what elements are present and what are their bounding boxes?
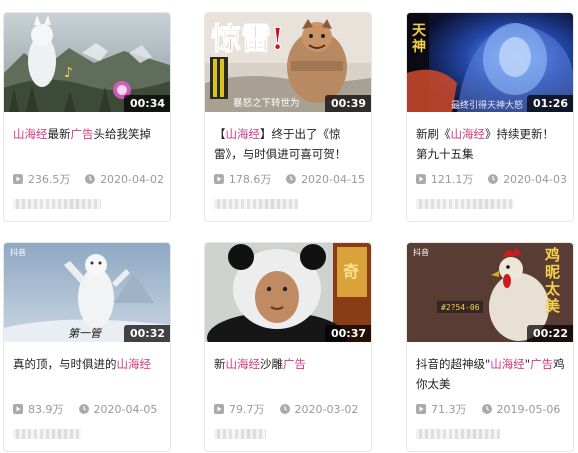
svg-text:♪: ♪ — [64, 65, 73, 81]
clock-icon — [286, 174, 297, 184]
video-meta: 79.7万 2020-03-02 — [214, 401, 365, 417]
view-count: 178.6万 — [228, 173, 272, 186]
video-grid: ♪ 00:34 山海经最新广告头给我笑掉 236.5万 2020-04-02 惊… — [0, 0, 578, 453]
duration-badge: 00:22 — [526, 325, 573, 342]
video-title[interactable]: 【山海经】终于出了《惊雷》，与时俱进可喜可贺！ — [214, 124, 363, 164]
title-keyword-highlight: 山海经 — [225, 357, 261, 371]
upload-date: 2020-04-15 — [301, 172, 365, 186]
uploader-name-blurred — [416, 429, 500, 439]
uploader-name-blurred — [214, 199, 298, 209]
duration-badge: 00:39 — [324, 95, 371, 112]
thumbnail-title-text: 惊雷! — [211, 22, 284, 57]
thumbnail-title-text: 天 — [412, 23, 427, 39]
play-count-icon — [214, 404, 224, 414]
video-card-3[interactable]: 天 神 最终引得天神大怒 01:26 新刷《山海经》持续更新！第九十五集 121… — [406, 12, 574, 222]
video-card-4[interactable]: 抖音 第一管 00:32 真的顶，与时俱进的山海经 83.9万 2020-04-… — [3, 242, 171, 452]
title-keyword-highlight: 广告 — [70, 127, 94, 141]
svg-text:美: 美 — [545, 297, 561, 315]
view-count: 71.3万 — [431, 403, 467, 416]
douyin-logo-text: 抖音 — [10, 247, 26, 257]
title-keyword-highlight: 山海经 — [490, 357, 525, 371]
upload-date: 2020-03-02 — [294, 402, 359, 416]
title-text: 新刷《 — [416, 127, 451, 141]
thumbnail-caption: 暴怒之下转世为 — [233, 97, 300, 109]
clock-icon — [488, 174, 499, 184]
video-thumbnail[interactable]: 惊雷! 暴怒之下转世为 00:39 — [205, 13, 371, 112]
video-title[interactable]: 新山海经沙雕广告 — [214, 354, 363, 374]
video-meta: 83.9万 2020-04-05 — [13, 401, 164, 417]
video-card-5[interactable]: 奇 00:37 新山海经沙雕广告 79.7万 2020-03-02 — [204, 242, 372, 452]
title-text: 真的顶，与时俱进的 — [13, 357, 117, 371]
view-count: 121.1万 — [430, 173, 474, 186]
title-keyword-highlight: 山海经 — [116, 357, 152, 371]
play-count-icon — [13, 174, 23, 184]
uploader-name-blurred — [13, 429, 81, 439]
play-count-icon — [13, 404, 23, 414]
title-keyword-highlight: 广告 — [530, 357, 554, 371]
uploader-name-blurred — [416, 199, 514, 209]
title-keyword-highlight: 山海经 — [13, 127, 48, 141]
upload-date: 2020-04-03 — [503, 172, 567, 186]
video-meta: 121.1万 2020-04-03 — [416, 171, 567, 187]
video-meta: 71.3万 2019-05-06 — [416, 401, 567, 417]
video-card-2[interactable]: 惊雷! 暴怒之下转世为 00:39 【山海经】终于出了《惊雷》，与时俱进可喜可贺… — [204, 12, 372, 222]
video-thumbnail[interactable]: ♪ 00:34 — [4, 13, 170, 112]
thumbnail-caption: 最终引得天神大怒 — [451, 99, 523, 111]
thumbnail-caption: 第一管 — [68, 327, 103, 340]
uploader-name-blurred — [13, 199, 101, 209]
view-count: 79.7万 — [229, 403, 265, 416]
duration-badge: 00:34 — [123, 95, 170, 112]
duration-badge: 00:37 — [324, 325, 371, 342]
video-thumbnail[interactable]: 天 神 最终引得天神大怒 01:26 — [407, 13, 573, 112]
title-text: 抖音的超神级" — [416, 357, 491, 371]
title-keyword-highlight: 山海经 — [225, 127, 261, 141]
video-thumbnail[interactable]: 奇 00:37 — [205, 243, 371, 342]
duration-badge: 01:26 — [526, 95, 573, 112]
video-title[interactable]: 新刷《山海经》持续更新！第九十五集 — [416, 124, 565, 164]
uploader-name-blurred — [214, 429, 266, 439]
clock-icon — [78, 404, 89, 414]
video-card-1[interactable]: ♪ 00:34 山海经最新广告头给我笑掉 236.5万 2020-04-02 — [3, 12, 171, 222]
upload-date: 2020-04-02 — [100, 172, 164, 186]
video-meta: 178.6万 2020-04-15 — [214, 171, 365, 187]
svg-text:鸡: 鸡 — [544, 246, 560, 264]
clock-icon — [279, 404, 290, 414]
play-count-icon — [416, 174, 426, 184]
title-text: 沙雕 — [260, 357, 283, 371]
thumbnail-overlay-number: #2?54-06 — [441, 303, 480, 312]
title-text: 最新 — [47, 127, 71, 141]
svg-text:太: 太 — [545, 280, 561, 298]
douyin-logo-text: 抖音 — [413, 247, 429, 257]
thumbnail-title-text: 鸡 昵 太 美 — [544, 246, 561, 315]
video-title[interactable]: 抖音的超神级"山海经"广告鸡你太美 — [416, 354, 565, 394]
title-text: 头给我笑掉 — [93, 127, 152, 141]
clock-icon — [481, 404, 492, 414]
thumbnail-title-text: 奇 — [343, 262, 359, 281]
play-count-icon — [214, 174, 224, 184]
title-text: 【 — [214, 127, 226, 141]
clock-icon — [85, 174, 96, 184]
video-card-6[interactable]: #2?54-06 抖音 鸡 昵 太 美 00:22 抖音的超神级"山海经"广告鸡… — [406, 242, 574, 452]
title-keyword-highlight: 山海经 — [450, 127, 486, 141]
title-text: 新 — [214, 357, 226, 371]
duration-badge: 00:32 — [123, 325, 170, 342]
play-count-icon — [416, 404, 426, 414]
video-title[interactable]: 山海经最新广告头给我笑掉 — [13, 124, 162, 144]
upload-date: 2019-05-06 — [496, 402, 561, 416]
view-count: 236.5万 — [27, 173, 71, 186]
svg-text:昵: 昵 — [545, 263, 560, 281]
video-thumbnail[interactable]: #2?54-06 抖音 鸡 昵 太 美 00:22 — [407, 243, 573, 342]
title-keyword-highlight: 广告 — [283, 357, 306, 371]
video-meta: 236.5万 2020-04-02 — [13, 171, 164, 187]
thumbnail-title-text-2: 神 — [412, 38, 426, 55]
video-title[interactable]: 真的顶，与时俱进的山海经 — [13, 354, 162, 374]
view-count: 83.9万 — [28, 403, 64, 416]
video-thumbnail[interactable]: 抖音 第一管 00:32 — [4, 243, 170, 342]
upload-date: 2020-04-05 — [93, 402, 158, 416]
